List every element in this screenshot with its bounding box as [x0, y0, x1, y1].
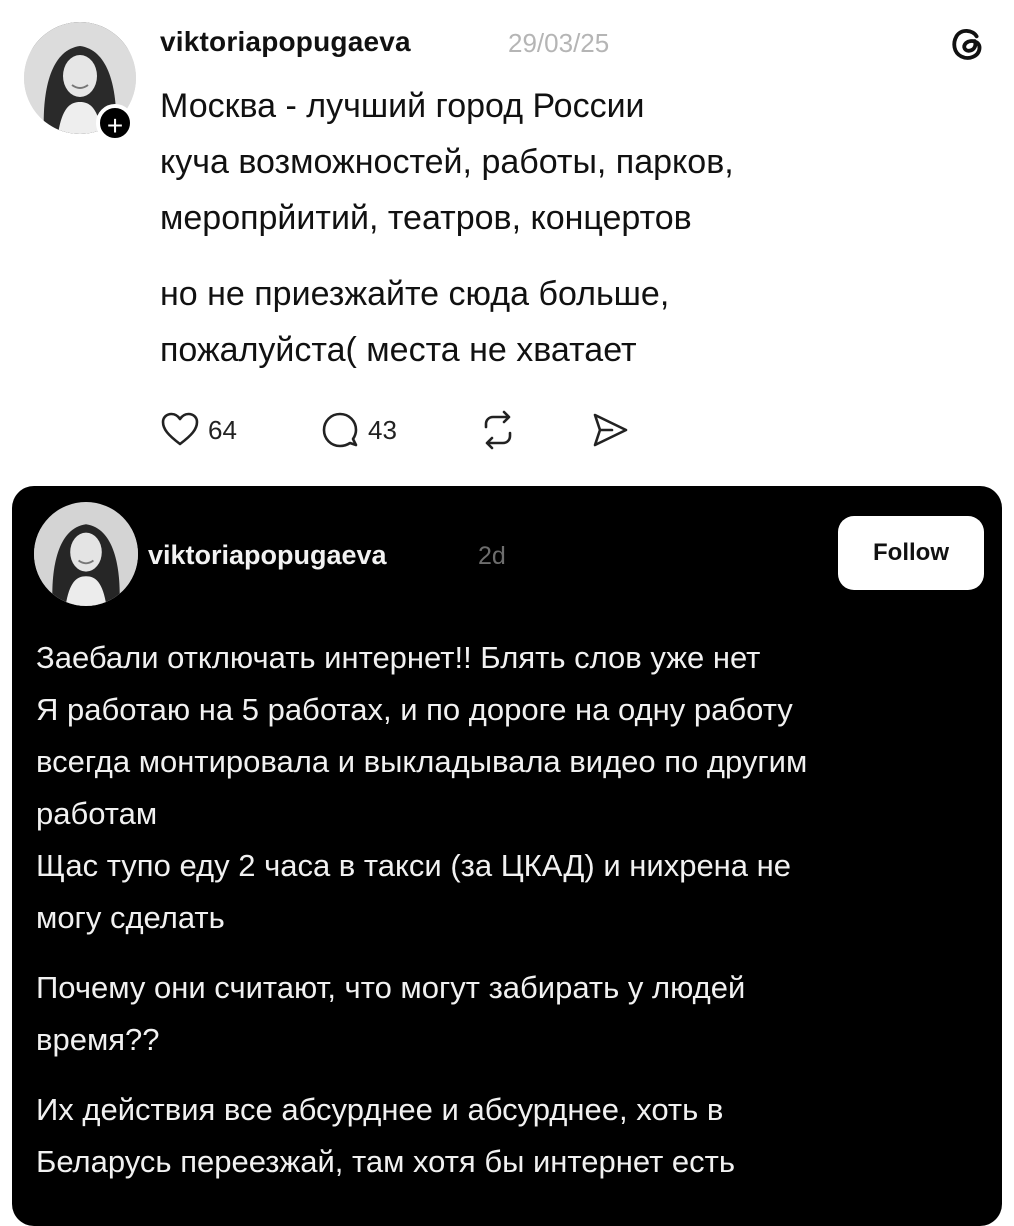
comment-count: 43: [368, 414, 397, 445]
paragraph: Их действия все абсурднее и абсурднее, х…: [36, 1084, 986, 1188]
text-line: Я работаю на 5 работах, и по дороге на о…: [36, 692, 793, 727]
text-line: Москва - лучший город России: [160, 87, 645, 125]
comment-button[interactable]: 43: [320, 406, 397, 454]
text-line: Почему они считают, что могут забирать у…: [36, 970, 746, 1005]
like-count: 64: [208, 414, 237, 445]
avatar[interactable]: [34, 502, 138, 606]
text-line: время??: [36, 1022, 160, 1057]
text-line: куча возможностей, работы, парков,: [160, 143, 734, 181]
paragraph: Москва - лучший город России куча возмож…: [160, 78, 980, 246]
paragraph: Заебали отключать интернет!! Блять слов …: [36, 632, 986, 944]
text-line: Беларусь переезжай, там хотя бы интернет…: [36, 1144, 735, 1179]
text-line: Их действия все абсурднее и абсурднее, х…: [36, 1092, 724, 1127]
post-date: 29/03/25: [508, 28, 610, 58]
post-time: 2d: [478, 542, 506, 570]
follow-button[interactable]: Follow: [838, 516, 984, 590]
share-button[interactable]: [590, 406, 630, 454]
paragraph: Почему они считают, что могут забирать у…: [36, 962, 986, 1066]
text-line: Заебали отключать интернет!! Блять слов …: [36, 640, 761, 675]
like-button[interactable]: 64: [160, 406, 237, 454]
post-card-light: + viktoriapopugaeva 29/03/25 Москва - лу…: [0, 0, 1014, 480]
heart-icon: [161, 412, 199, 446]
text-line: пожалуйста( места не хватает: [160, 331, 637, 369]
text-line: меропрйитий, театров, концертов: [160, 199, 692, 237]
post-username[interactable]: viktoriapopugaeva: [160, 26, 411, 58]
text-line: Щас тупо еду 2 часа в такси (за ЦКАД) и …: [36, 848, 792, 883]
profile-photo-icon: [34, 502, 138, 606]
post-body: Москва - лучший город России куча возмож…: [160, 78, 980, 398]
post-body: Заебали отключать интернет!! Блять слов …: [36, 632, 986, 1206]
text-line: работам: [36, 796, 158, 831]
share-icon: [593, 413, 628, 447]
text-line: могу сделать: [36, 900, 225, 935]
threads-logo-icon[interactable]: [944, 20, 990, 66]
follow-plus-button[interactable]: +: [96, 104, 134, 142]
comment-icon: [322, 412, 358, 448]
post-card-dark: viktoriapopugaeva 2d Follow Заебали откл…: [12, 486, 1002, 1226]
repost-button[interactable]: [478, 406, 518, 454]
text-line: всегда монтировала и выкладывала видео п…: [36, 744, 808, 779]
paragraph: но не приезжайте сюда больше, пожалуйста…: [160, 266, 980, 378]
post-username[interactable]: viktoriapopugaeva: [148, 540, 387, 571]
text-line: но не приезжайте сюда больше,: [160, 275, 670, 313]
repost-icon: [484, 410, 512, 450]
